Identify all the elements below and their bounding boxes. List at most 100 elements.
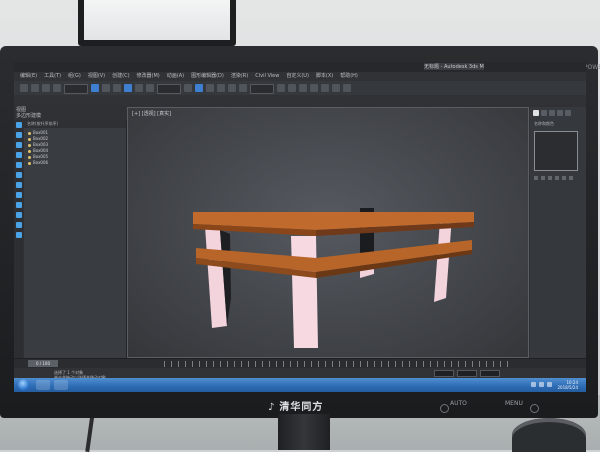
select-by-name-icon[interactable] bbox=[102, 84, 110, 92]
rollout-button[interactable] bbox=[562, 176, 566, 180]
visibility-icon[interactable] bbox=[28, 149, 31, 153]
render-frame-icon[interactable] bbox=[332, 84, 340, 92]
menu-item-group[interactable]: 组(G) bbox=[68, 72, 81, 81]
curve-editor-icon[interactable] bbox=[288, 84, 296, 92]
visibility-icon[interactable] bbox=[28, 161, 31, 165]
angle-snap-icon[interactable] bbox=[206, 84, 214, 92]
groups-icon[interactable] bbox=[15, 212, 22, 218]
helpers-icon[interactable] bbox=[15, 192, 22, 198]
y-coordinate-field[interactable] bbox=[457, 370, 477, 377]
scene-explorer-list: Box001 Box002 Box003 Box004 Box005 Box00… bbox=[24, 128, 126, 168]
render-icon[interactable] bbox=[343, 84, 351, 92]
create-tab-icon[interactable] bbox=[533, 110, 539, 116]
mirror-icon[interactable] bbox=[228, 84, 236, 92]
bones-icon[interactable] bbox=[15, 222, 22, 228]
select-icon[interactable] bbox=[15, 122, 22, 128]
menu-item-modifiers[interactable]: 修改器(M) bbox=[137, 72, 160, 81]
z-coordinate-field[interactable] bbox=[480, 370, 500, 377]
scene-explorer-header[interactable]: 名称(按升序排序) bbox=[24, 120, 126, 128]
visibility-icon[interactable] bbox=[28, 155, 31, 159]
link-icon[interactable] bbox=[42, 84, 50, 92]
menu-button[interactable] bbox=[530, 404, 539, 413]
background-monitor-screen bbox=[84, 0, 230, 40]
geometry-icon[interactable] bbox=[15, 152, 22, 158]
schematic-icon[interactable] bbox=[299, 84, 307, 92]
menu-item-civil-view[interactable]: Civil View bbox=[255, 72, 279, 81]
viewport-label[interactable]: [+] [透视] [真实] bbox=[132, 110, 171, 117]
shapes-icon[interactable] bbox=[15, 162, 22, 168]
menu-item-create[interactable]: 创建(C) bbox=[112, 72, 129, 81]
motion-tab-icon[interactable] bbox=[557, 110, 563, 116]
scene-explorer: 名称(按升序排序) Box001 Box002 Box003 Box004 Bo… bbox=[24, 120, 127, 358]
menu-item-views[interactable]: 视图(V) bbox=[88, 72, 105, 81]
cameras-icon[interactable] bbox=[15, 182, 22, 188]
menu-item-help[interactable]: 帮助(H) bbox=[340, 72, 358, 81]
select-scale-icon[interactable] bbox=[146, 84, 154, 92]
brand-logo-icon: ♪ bbox=[268, 402, 276, 413]
lights-icon[interactable] bbox=[15, 172, 22, 178]
menu-item-scripting[interactable]: 脚本(X) bbox=[316, 72, 333, 81]
taskbar-3dsmax-button[interactable] bbox=[54, 380, 68, 390]
menu-item-graph-editors[interactable]: 图形编辑器(D) bbox=[191, 72, 224, 81]
rollout-button[interactable] bbox=[555, 176, 559, 180]
layer-icon[interactable] bbox=[277, 84, 285, 92]
menu-item-tools[interactable]: 工具(T) bbox=[44, 72, 61, 81]
select-rotate-icon[interactable] bbox=[135, 84, 143, 92]
menu-item-animation[interactable]: 动画(A) bbox=[167, 72, 184, 81]
unlink-icon[interactable] bbox=[53, 84, 61, 92]
coordinate-fields bbox=[434, 370, 500, 377]
rollout-button[interactable] bbox=[534, 176, 538, 180]
undo-icon[interactable] bbox=[20, 84, 28, 92]
auto-label: AUTO bbox=[450, 400, 467, 407]
select-move-icon[interactable] bbox=[124, 84, 132, 92]
network-icon[interactable] bbox=[531, 382, 536, 387]
main-toolbar bbox=[14, 81, 586, 95]
visibility-icon[interactable] bbox=[28, 137, 31, 141]
ribbon-bar bbox=[14, 95, 586, 105]
x-coordinate-field[interactable] bbox=[434, 370, 454, 377]
object-type-rollout[interactable] bbox=[534, 131, 578, 171]
menu-item-rendering[interactable]: 渲染(R) bbox=[231, 72, 248, 81]
input-method-icon[interactable] bbox=[547, 382, 552, 387]
named-selection-field[interactable] bbox=[250, 84, 274, 94]
hierarchy-tab-icon[interactable] bbox=[549, 110, 555, 116]
pivot-icon[interactable] bbox=[184, 84, 192, 92]
material-editor-icon[interactable] bbox=[310, 84, 318, 92]
taskbar-explorer-button[interactable] bbox=[36, 380, 50, 390]
command-panel: 名称和颜色 bbox=[530, 107, 586, 358]
table-leg-front bbox=[291, 236, 318, 348]
auto-button[interactable] bbox=[440, 404, 449, 413]
volume-icon[interactable] bbox=[539, 382, 544, 387]
rollout-button[interactable] bbox=[548, 176, 552, 180]
app-title: 无标题 - Autodesk 3ds Max bbox=[424, 63, 484, 70]
rectangle-selection-icon[interactable] bbox=[113, 84, 121, 92]
filter-icon[interactable] bbox=[15, 142, 22, 148]
panel-label-modeling: 多边形建模 bbox=[16, 113, 42, 119]
display-icon[interactable] bbox=[15, 132, 22, 138]
modify-tab-icon[interactable] bbox=[541, 110, 547, 116]
xref-icon[interactable] bbox=[15, 232, 22, 238]
start-button[interactable] bbox=[18, 379, 30, 391]
tray-clock[interactable]: 10:24 2018/5/24 bbox=[557, 380, 578, 390]
reference-coordinate-dropdown[interactable] bbox=[157, 84, 181, 94]
rollout-button[interactable] bbox=[569, 176, 573, 180]
render-setup-icon[interactable] bbox=[321, 84, 329, 92]
visibility-icon[interactable] bbox=[28, 143, 31, 147]
perspective-viewport[interactable]: [+] [透视] [真实] bbox=[127, 107, 529, 358]
selection-filter-dropdown[interactable] bbox=[64, 84, 88, 94]
percent-snap-icon[interactable] bbox=[217, 84, 225, 92]
menu-item-customize[interactable]: 自定义(U) bbox=[286, 72, 309, 81]
menu-item-edit[interactable]: 编辑(E) bbox=[20, 72, 37, 81]
select-object-icon[interactable] bbox=[91, 84, 99, 92]
rollout-button[interactable] bbox=[541, 176, 545, 180]
rollout-buttons bbox=[530, 173, 586, 183]
spacewarps-icon[interactable] bbox=[15, 202, 22, 208]
visibility-icon[interactable] bbox=[28, 131, 31, 135]
align-icon[interactable] bbox=[239, 84, 247, 92]
snap-toggle-icon[interactable] bbox=[195, 84, 203, 92]
redo-icon[interactable] bbox=[31, 84, 39, 92]
time-slider[interactable]: 0 / 100 bbox=[28, 360, 58, 367]
display-tab-icon[interactable] bbox=[565, 110, 571, 116]
status-bar: 选择了 1 个对象 单击并拖动以选择并移动对象 bbox=[14, 368, 586, 380]
list-item[interactable]: Box006 bbox=[28, 160, 122, 166]
